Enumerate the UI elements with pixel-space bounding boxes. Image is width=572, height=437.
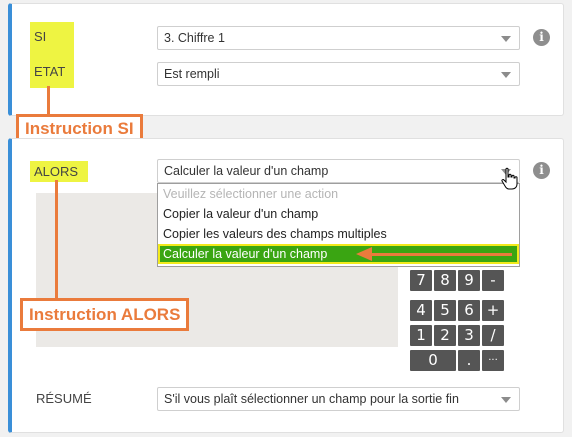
key-0[interactable]: 0 — [410, 350, 456, 371]
action-select[interactable]: Calculer la valeur d'un champ — [157, 159, 520, 183]
key-dot[interactable]: . — [458, 350, 480, 371]
key-6[interactable]: 6 — [458, 300, 480, 321]
info-icon[interactable]: i — [533, 162, 550, 179]
key-plus[interactable]: + — [482, 300, 504, 321]
action-value: Calculer la valeur d'un champ — [164, 164, 329, 178]
label-alors: ALORS — [30, 161, 88, 182]
chevron-down-icon — [501, 72, 511, 78]
key-2[interactable]: 2 — [434, 325, 456, 346]
key-3[interactable]: 3 — [458, 325, 480, 346]
dropdown-option-copy-multiple[interactable]: Copier les valeurs des champs multiples — [158, 224, 519, 244]
etat-select[interactable]: Est rempli — [157, 62, 520, 86]
callout-instruction-alors: Instruction ALORS — [20, 298, 190, 331]
callout-connector-si — [47, 86, 50, 114]
key-1[interactable]: 1 — [410, 325, 432, 346]
si-field-select[interactable]: 3. Chiffre 1 — [157, 26, 520, 50]
hand-pointer-icon — [501, 167, 518, 190]
key-5[interactable]: 5 — [434, 300, 456, 321]
callout-connector-alors — [55, 180, 58, 298]
label-resume: RÉSUMÉ — [36, 391, 92, 406]
condition-card-si — [8, 3, 564, 116]
si-field-value: 3. Chiffre 1 — [164, 31, 225, 45]
key-9[interactable]: 9 — [458, 270, 480, 291]
key-4[interactable]: 4 — [410, 300, 432, 321]
info-icon[interactable]: i — [533, 29, 550, 46]
dropdown-option-copy-value[interactable]: Copier la valeur d'un champ — [158, 204, 519, 224]
key-7[interactable]: 7 — [410, 270, 432, 291]
etat-value: Est rempli — [164, 67, 220, 81]
key-divide[interactable]: / — [482, 325, 504, 346]
annotation-arrow-line — [370, 253, 512, 256]
chevron-down-icon — [501, 36, 511, 42]
chevron-down-icon — [501, 397, 511, 403]
dropdown-option-placeholder: Veuillez sélectionner une action — [163, 187, 339, 201]
annotation-arrow-head — [356, 247, 372, 261]
key-8[interactable]: 8 — [434, 270, 456, 291]
label-etat: ETAT — [30, 52, 74, 88]
label-si: SI — [30, 22, 74, 52]
key-minus[interactable]: - — [482, 270, 504, 291]
resume-select[interactable]: S'il vous plaît sélectionner un champ po… — [157, 387, 520, 411]
resume-value: S'il vous plaît sélectionner un champ po… — [164, 392, 459, 406]
key-more[interactable]: ··· — [482, 350, 504, 371]
